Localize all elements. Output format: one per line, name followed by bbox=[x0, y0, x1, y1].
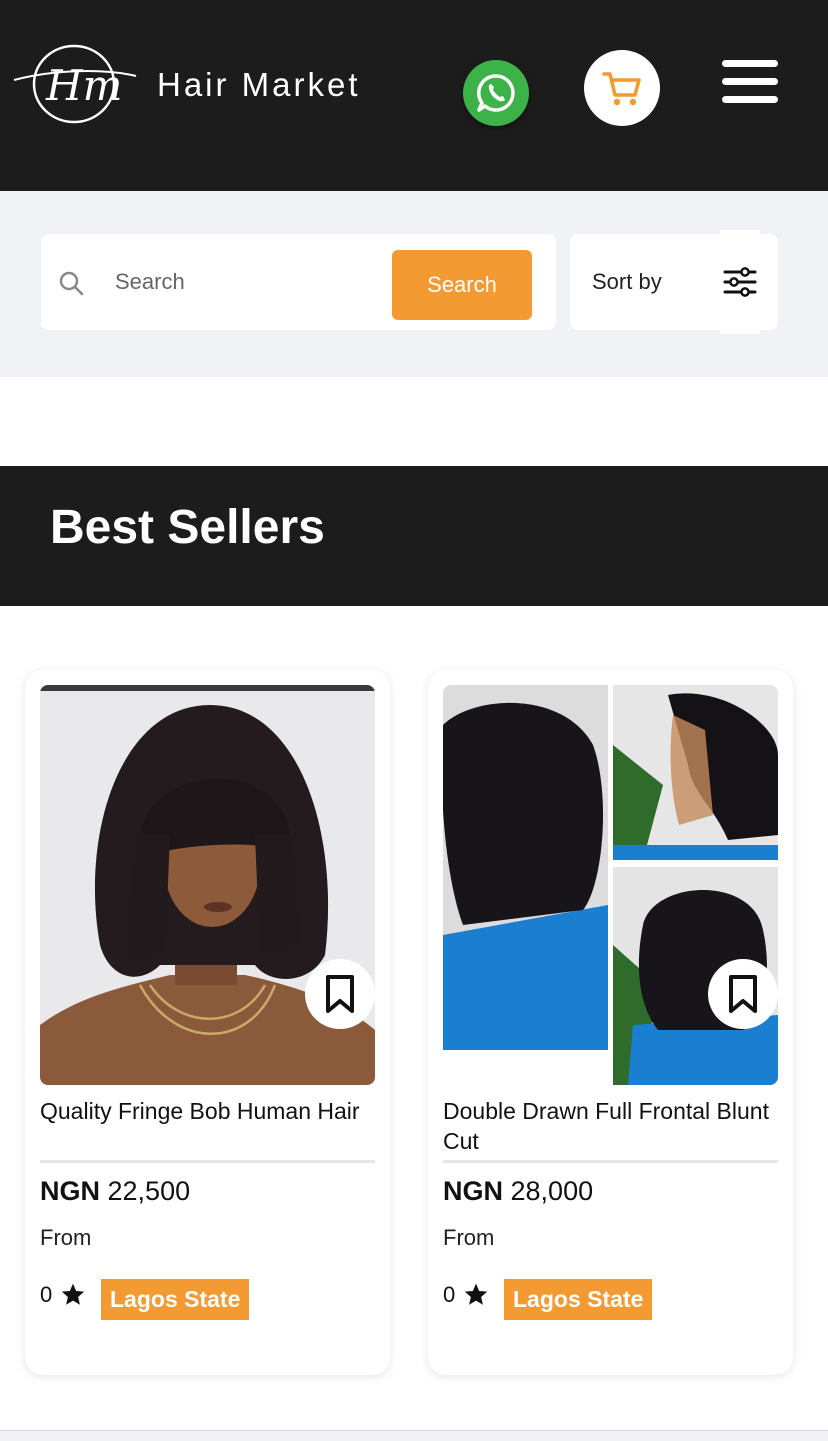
divider bbox=[443, 1160, 778, 1163]
bookmark-button[interactable] bbox=[305, 959, 375, 1029]
product-card[interactable]: Quality Fringe Bob Human Hair NGN 22,500… bbox=[25, 670, 390, 1375]
cart-icon bbox=[602, 72, 641, 106]
product-price: NGN 22,500 bbox=[40, 1176, 190, 1207]
section-title: Best Sellers bbox=[50, 501, 325, 554]
price-note: From bbox=[443, 1225, 495, 1250]
svg-text:Hm: Hm bbox=[45, 61, 122, 110]
page: Hm Hair Market Search Search Sort by Bes… bbox=[0, 0, 828, 1441]
price-amount: 28,000 bbox=[510, 1176, 594, 1206]
brand-name: Hair Market bbox=[157, 66, 361, 103]
bookmark-icon bbox=[729, 975, 757, 1013]
price-currency: NGN bbox=[443, 1176, 503, 1206]
price-currency: NGN bbox=[40, 1176, 100, 1206]
bottom-edge bbox=[0, 1430, 828, 1441]
price-amount: 22,500 bbox=[107, 1176, 191, 1206]
whatsapp-button[interactable] bbox=[463, 60, 529, 126]
product-image[interactable] bbox=[443, 685, 778, 1085]
price-note: From bbox=[40, 1225, 92, 1250]
product-card[interactable]: Double Drawn Full Frontal Blunt Cut NGN … bbox=[428, 670, 793, 1375]
best-sellers-banner: Best Sellers bbox=[0, 466, 828, 606]
divider bbox=[40, 1160, 375, 1163]
sort-dropdown[interactable]: Sort by bbox=[570, 230, 778, 334]
bookmark-icon bbox=[326, 975, 354, 1013]
search-button[interactable]: Search bbox=[392, 250, 532, 320]
star-icon bbox=[465, 1283, 488, 1305]
filter-sliders-icon[interactable] bbox=[720, 230, 760, 334]
search-icon bbox=[59, 271, 84, 296]
rating-count: 0 bbox=[443, 1282, 456, 1307]
product-image[interactable] bbox=[40, 685, 375, 1085]
bookmark-button[interactable] bbox=[708, 959, 778, 1029]
star-icon bbox=[62, 1283, 85, 1305]
search-input[interactable] bbox=[115, 260, 385, 304]
product-title[interactable]: Quality Fringe Bob Human Hair bbox=[40, 1096, 375, 1126]
rating: 0 bbox=[40, 1282, 86, 1308]
rating: 0 bbox=[443, 1282, 489, 1308]
hamburger-menu-icon[interactable] bbox=[720, 58, 780, 106]
search-section: Search Sort by bbox=[0, 191, 828, 377]
product-title[interactable]: Double Drawn Full Frontal Blunt Cut bbox=[443, 1096, 778, 1156]
whatsapp-icon bbox=[477, 74, 515, 112]
product-price: NGN 28,000 bbox=[443, 1176, 593, 1207]
top-header: Hm Hair Market bbox=[0, 0, 828, 191]
sort-label: Sort by bbox=[592, 269, 662, 294]
rating-count: 0 bbox=[40, 1282, 53, 1307]
search-bar: Search bbox=[41, 234, 556, 330]
location-badge: Lagos State bbox=[504, 1279, 653, 1320]
location-badge: Lagos State bbox=[101, 1279, 250, 1320]
cart-button[interactable] bbox=[584, 50, 660, 126]
brand-logo[interactable]: Hm bbox=[12, 40, 138, 130]
